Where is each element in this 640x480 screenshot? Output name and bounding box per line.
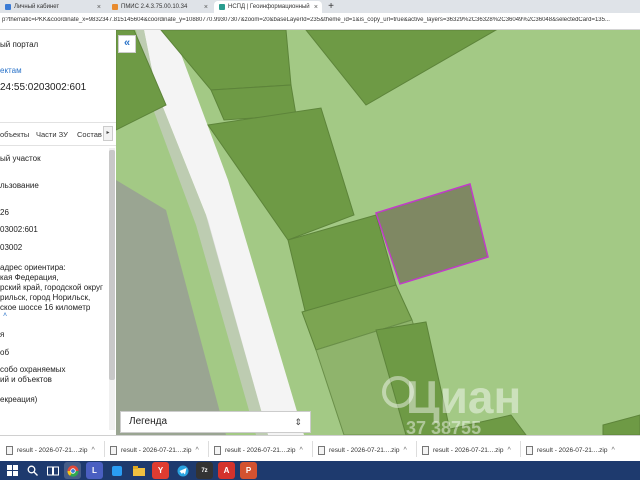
separator (520, 441, 521, 457)
collapse-panel-button[interactable]: « (118, 35, 136, 53)
windows-icon[interactable] (4, 462, 21, 479)
download-item[interactable]: result - 2026-07-21....zip ^ (110, 443, 199, 457)
file-zip-icon (110, 445, 117, 455)
legend-dropdown[interactable]: Легенда ⇕ (120, 411, 311, 433)
download-item[interactable]: result - 2026-07-21....zip ^ (6, 443, 95, 457)
tab-parts[interactable]: Части ЗУ (36, 130, 68, 139)
download-filename: result - 2026-07-21....zip (329, 446, 400, 454)
task-view-icon[interactable] (44, 462, 61, 479)
file-zip-icon (6, 445, 13, 455)
explorer-icon[interactable] (130, 462, 147, 479)
browser-tab-personal-cabinet[interactable]: Личный кабинет × (0, 1, 105, 13)
download-item[interactable]: result - 2026-07-21....zip ^ (422, 443, 511, 457)
search-icon[interactable] (24, 462, 41, 479)
favicon-icon (219, 4, 225, 10)
download-menu-icon[interactable]: ^ (91, 447, 94, 454)
separator (104, 441, 105, 457)
browser-tab-pmis[interactable]: ПМИС 2.4.3.75.00.10.34 × (107, 1, 212, 13)
download-menu-icon[interactable]: ^ (507, 447, 510, 454)
pdf-icon[interactable]: A (218, 462, 235, 479)
powerpoint-icon[interactable]: P (240, 462, 257, 479)
separator (208, 441, 209, 457)
download-menu-icon[interactable]: ^ (611, 447, 614, 454)
file-zip-icon (526, 445, 533, 455)
info-line: кая Федерация, (0, 273, 59, 282)
separator (312, 441, 313, 457)
download-filename: result - 2026-07-21....zip (433, 446, 504, 454)
download-filename: result - 2026-07-21....zip (225, 446, 296, 454)
map-canvas[interactable] (116, 30, 640, 435)
taskbar: L Y 7z A P (0, 461, 640, 480)
separator (416, 441, 417, 457)
panel-scrollbar[interactable] (109, 148, 115, 430)
download-filename: result - 2026-07-21....zip (537, 446, 608, 454)
telegram-icon[interactable] (174, 462, 191, 479)
teams-icon[interactable]: L (86, 462, 103, 479)
info-line: екреация) (0, 395, 38, 404)
favicon-icon (112, 4, 118, 10)
browser-tab-bar: Личный кабинет × ПМИС 2.4.3.75.00.10.34 … (0, 0, 640, 13)
address-bar[interactable]: p?thematic=PKK&coordinate_x=9832347.8151… (0, 13, 640, 30)
info-line: адрес ориентира: (0, 263, 66, 272)
download-menu-icon[interactable]: ^ (195, 447, 198, 454)
info-line: собо охраняемых (0, 365, 66, 374)
legend-label: Легенда (129, 416, 168, 427)
close-icon[interactable]: × (314, 4, 318, 11)
info-line: рильск, город Норильск, (0, 293, 91, 302)
chevron-updown-icon: ⇕ (294, 417, 302, 427)
new-tab-button[interactable]: + (325, 1, 337, 13)
download-item[interactable]: result - 2026-07-21....zip ^ (214, 443, 303, 457)
chrome-icon[interactable] (64, 462, 81, 479)
info-line: рский край, городской округ (0, 283, 103, 292)
map-view[interactable]: Циан 37 38755 « Легенда ⇕ (116, 30, 640, 435)
download-menu-icon[interactable]: ^ (403, 447, 406, 454)
download-filename: result - 2026-07-21....zip (17, 446, 88, 454)
cadastral-number: 24:55:0203002:601 (0, 82, 87, 93)
archive-icon[interactable]: 7z (196, 462, 213, 479)
scrollbar-thumb[interactable] (109, 150, 115, 380)
yandex-icon[interactable]: Y (152, 462, 169, 479)
download-filename: result - 2026-07-21....zip (121, 446, 192, 454)
watermark-text: Циан (406, 371, 522, 423)
info-line: льзование (0, 181, 39, 190)
info-line: 03002 (0, 243, 23, 252)
info-line: 03002:601 (0, 225, 38, 234)
tab-objects[interactable]: объекты (0, 130, 29, 139)
download-item[interactable]: result - 2026-07-21....zip ^ (526, 443, 615, 457)
info-line: ый участок (0, 154, 41, 163)
info-line: об (0, 348, 10, 357)
file-zip-icon (214, 445, 221, 455)
browser-tab-label: НСПД | Геоинформационный (228, 4, 310, 10)
object-info-panel: ый портал ектам 24:55:0203002:601 объект… (0, 30, 116, 430)
download-menu-icon[interactable]: ^ (299, 447, 302, 454)
favicon-icon (5, 4, 11, 10)
portal-title: ый портал (0, 40, 39, 49)
tabs-scroll-right-button[interactable]: ▸ (103, 126, 113, 141)
close-icon[interactable]: × (204, 4, 208, 11)
close-icon[interactable]: × (97, 4, 101, 11)
browser-tab-nspd[interactable]: НСПД | Геоинформационный × (214, 1, 322, 13)
info-line: ское шоссе 16 километр (0, 303, 91, 312)
info-line: я (0, 330, 5, 339)
tab-composition[interactable]: Состав (77, 130, 102, 139)
panel-tabs: объекты Части ЗУ Состав ▸ (0, 122, 116, 146)
file-zip-icon (318, 445, 325, 455)
collapse-up-icon[interactable]: ˄ (3, 312, 7, 319)
app-icon[interactable] (108, 462, 125, 479)
info-line: 26 (0, 208, 9, 217)
address-url: p?thematic=PKK&coordinate_x=9832347.8151… (2, 17, 610, 23)
watermark-number: 37 38755 (406, 418, 482, 435)
download-item[interactable]: result - 2026-07-21....zip ^ (318, 443, 407, 457)
info-line: ий и объектов (0, 375, 52, 384)
objects-link[interactable]: ектам (0, 66, 22, 75)
downloads-bar: result - 2026-07-21....zip ^ result - 202… (0, 435, 640, 462)
browser-tab-label: Личный кабинет (14, 4, 60, 10)
file-zip-icon (422, 445, 429, 455)
browser-tab-label: ПМИС 2.4.3.75.00.10.34 (121, 4, 188, 10)
